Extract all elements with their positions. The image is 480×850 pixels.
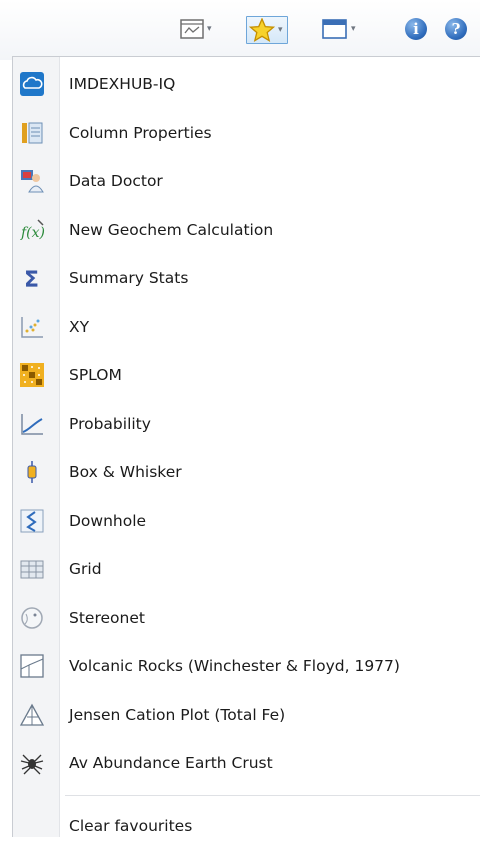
menu-item-probability[interactable]: Probability: [13, 400, 480, 449]
menu-item-downhole[interactable]: Downhole: [13, 497, 480, 546]
menu-item-volcanic-rocks[interactable]: Volcanic Rocks (Winchester & Floyd, 1977…: [13, 642, 480, 691]
menu-item-imdexhub-iq[interactable]: IMDEXHUB-IQ: [13, 60, 480, 109]
menu-item-clear-favourites[interactable]: Clear favourites: [13, 802, 480, 850]
volcanic-rocks-icon: [19, 653, 45, 679]
menu-item-label: Clear favourites: [69, 817, 192, 835]
info-glyph: i: [413, 20, 419, 38]
cloud-icon: [19, 71, 45, 97]
menu-item-stereonet[interactable]: Stereonet: [13, 594, 480, 643]
menu-item-label: Box & Whisker: [69, 463, 182, 481]
menu-item-data-doctor[interactable]: Data Doctor: [13, 157, 480, 206]
dropdown-arrow-icon: ▾: [351, 24, 356, 34]
menu-item-splom[interactable]: SPLOM: [13, 351, 480, 400]
menu-item-label: Column Properties: [69, 124, 212, 142]
spider-icon: [19, 750, 45, 776]
menu-item-label: Jensen Cation Plot (Total Fe): [69, 706, 285, 724]
menu-item-label: Grid: [69, 560, 102, 578]
splom-icon: [19, 362, 45, 388]
menu-item-label: Data Doctor: [69, 172, 163, 190]
downhole-icon: [19, 508, 45, 534]
favourites-menu: IMDEXHUB-IQ Column Properties Data Docto…: [12, 56, 480, 837]
help-icon[interactable]: ?: [445, 18, 467, 40]
menu-item-av-abundance-earth-crust[interactable]: Av Abundance Earth Crust: [13, 739, 480, 788]
menu-item-label: Stereonet: [69, 609, 145, 627]
menu-item-label: IMDEXHUB-IQ: [69, 75, 175, 93]
menu-item-label: New Geochem Calculation: [69, 221, 273, 239]
sigma-icon: Σ: [19, 265, 45, 291]
window-button[interactable]: ▾: [322, 16, 356, 42]
menu-item-label: Summary Stats: [69, 269, 188, 287]
jensen-plot-icon: [19, 702, 45, 728]
menu-item-jensen-cation-plot[interactable]: Jensen Cation Plot (Total Fe): [13, 691, 480, 740]
grid-icon: [19, 556, 45, 582]
probability-icon: [19, 411, 45, 437]
box-whisker-icon: [19, 459, 45, 485]
favourites-button[interactable]: ▾: [246, 16, 288, 44]
menu-item-new-geochem-calculation[interactable]: f(x) New Geochem Calculation: [13, 206, 480, 255]
menu-item-label: Probability: [69, 415, 151, 433]
menu-item-label: SPLOM: [69, 366, 122, 384]
chart-window-button[interactable]: ▾: [180, 16, 212, 42]
menu-item-summary-stats[interactable]: Σ Summary Stats: [13, 254, 480, 303]
menu-item-column-properties[interactable]: Column Properties: [13, 109, 480, 158]
menu-item-label: Volcanic Rocks (Winchester & Floyd, 1977…: [69, 657, 400, 675]
menu-item-grid[interactable]: Grid: [13, 545, 480, 594]
menu-item-label: Downhole: [69, 512, 146, 530]
help-glyph: ?: [452, 20, 461, 38]
data-doctor-icon: [19, 168, 45, 194]
dropdown-arrow-icon: ▾: [278, 25, 283, 35]
chart-window-icon: [180, 18, 204, 40]
column-properties-icon: [19, 120, 45, 146]
menu-separator: [13, 788, 480, 802]
info-icon[interactable]: i: [405, 18, 427, 40]
dropdown-arrow-icon: ▾: [207, 24, 212, 34]
svg-text:Σ: Σ: [24, 268, 39, 291]
menu-item-label: XY: [69, 318, 89, 336]
menu-item-xy[interactable]: XY: [13, 303, 480, 352]
toolbar: ▾ ▾ ▾ i ?: [0, 0, 480, 60]
xy-plot-icon: [19, 314, 45, 340]
star-icon: [249, 18, 275, 42]
window-icon: [322, 18, 348, 40]
stereonet-icon: [19, 605, 45, 631]
function-icon: f(x): [19, 217, 45, 243]
svg-text:f(x): f(x): [20, 225, 45, 241]
menu-item-label: Av Abundance Earth Crust: [69, 754, 273, 772]
menu-item-box-whisker[interactable]: Box & Whisker: [13, 448, 480, 497]
